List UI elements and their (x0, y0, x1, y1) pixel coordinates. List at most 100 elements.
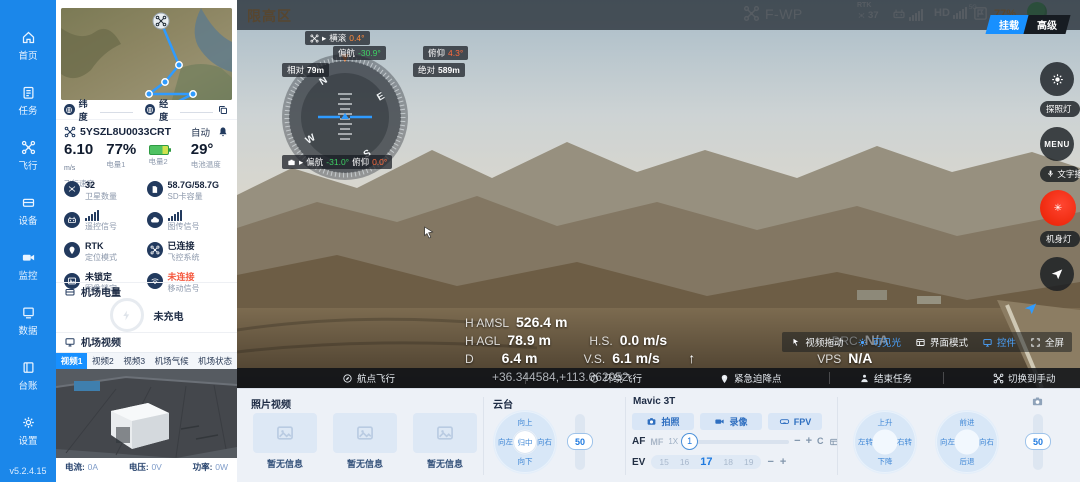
menu-button[interactable]: MENU (1040, 127, 1074, 161)
switch-to-manual-button[interactable]: 切换到手动 (993, 368, 1056, 388)
move-right-button[interactable]: 向右 (979, 437, 994, 448)
forward-button[interactable]: 前进 (960, 417, 975, 428)
flight-speed-value[interactable]: 50 (1025, 433, 1051, 450)
emergency-landing-button[interactable]: 紧急迫降点 (719, 368, 782, 388)
waypoint-icon (342, 373, 353, 384)
camera-model-title: Mavic 3T (633, 396, 675, 407)
record-mode-button[interactable]: 录像 (700, 413, 762, 430)
gimbal-down-button[interactable]: 向下 (518, 456, 533, 467)
record-flash-icon: ✳ (1054, 203, 1062, 214)
record-button[interactable]: ✳ (1040, 190, 1076, 226)
mic-icon (1046, 169, 1055, 178)
ev-minus-button[interactable]: − (767, 457, 773, 468)
sidebar-item-home[interactable]: 首页 (0, 26, 56, 66)
zoom-reset-button[interactable]: C (817, 436, 824, 447)
primary-sidebar: 首页 任务 飞行 设备 监控 数据 台账 设置 v5.2.4.15 (0, 0, 56, 482)
interface-mode-button[interactable]: 界面模式 (915, 335, 968, 349)
photo-mode-button[interactable]: 拍照 (632, 413, 694, 430)
text-broadcast-button[interactable]: 文字播报 (1040, 166, 1080, 182)
move-left-button[interactable]: 向左 (940, 437, 955, 448)
body-light-button[interactable]: 机身灯 (1040, 231, 1080, 247)
ev-option[interactable]: 16 (680, 457, 689, 467)
zoom-slider[interactable]: 1 (683, 440, 789, 444)
sidebar-item-settings[interactable]: 设置 (0, 411, 56, 451)
share-location-button[interactable] (1040, 257, 1074, 291)
bell-icon[interactable] (217, 126, 229, 138)
flight-speed-slider[interactable]: 50 (1033, 414, 1043, 470)
fullscreen-button[interactable]: 全屏 (1030, 335, 1064, 349)
orbit-flight-button[interactable]: 环绕飞行 (589, 368, 642, 388)
tab-video2[interactable]: 视频2 (87, 353, 118, 369)
sidebar-item-monitoring[interactable]: 监控 (0, 246, 56, 286)
sidebar-item-tasks[interactable]: 任务 (0, 81, 56, 121)
media-card[interactable] (253, 413, 317, 453)
flight-mode-label[interactable]: 自动 (191, 125, 210, 139)
status-sdcard: 58.7G/58.7GSD卡容量 (147, 180, 230, 202)
bulb-icon (857, 337, 868, 348)
tab-dock-weather[interactable]: 机场气候 (150, 353, 194, 369)
advanced-button[interactable]: 高级 (1023, 15, 1070, 34)
descend-button[interactable]: 下降 (878, 456, 893, 467)
ev-option[interactable]: 18 (724, 457, 733, 467)
tab-dock-status[interactable]: 机场状态 (193, 353, 237, 369)
end-mission-button[interactable]: 结束任务 (859, 368, 912, 388)
voltage-label: 电压: (129, 462, 149, 472)
camera-icon (287, 158, 296, 167)
tab-video3[interactable]: 视频3 (119, 353, 150, 369)
status-positioning: RTK定位模式 (64, 241, 147, 263)
speed-value: 6.10 (64, 141, 93, 158)
map-pin-icon[interactable] (1023, 301, 1038, 316)
zoom-minus-button[interactable]: − (794, 436, 800, 447)
dock-video-feed (56, 369, 237, 458)
ev-option[interactable]: 19 (744, 457, 753, 467)
media-card[interactable] (333, 413, 397, 453)
widgets-toggle[interactable]: 控件 (982, 335, 1016, 349)
sidebar-item-ledger[interactable]: 台账 (0, 356, 56, 396)
zoom-slider-handle[interactable]: 1 (681, 433, 698, 450)
visible-light-toggle[interactable]: 可见光 (857, 335, 901, 349)
backward-button[interactable]: 后退 (960, 456, 975, 467)
ev-plus-button[interactable]: + (780, 457, 786, 468)
monitor-icon (64, 336, 76, 348)
zoom-plus-button[interactable]: + (806, 436, 812, 447)
yaw-left-button[interactable]: 左转 (858, 437, 873, 448)
sidebar-item-flight[interactable]: 飞行 (0, 136, 56, 176)
searchlight-button[interactable] (1040, 62, 1074, 96)
waypoint-flight-button[interactable]: 航点飞行 (342, 368, 395, 388)
status-rc-signal: 遥控信号 (64, 211, 147, 232)
video-signal-bars (168, 211, 200, 221)
zoom-factor-label: 1X (668, 437, 678, 446)
drone-speed-icon (1031, 395, 1044, 408)
relative-altitude-value: 79m (307, 65, 324, 75)
gimbal-up-button[interactable]: 向上 (518, 417, 533, 428)
gimbal-left-button[interactable]: 向左 (498, 437, 513, 448)
ev-option[interactable]: 15 (659, 457, 668, 467)
tab-video1[interactable]: 视频1 (56, 353, 87, 369)
temperature-label: 电池温度 (191, 159, 229, 170)
yaw-right-button[interactable]: 右转 (897, 437, 912, 448)
media-empty-label: 暂无信息 (253, 457, 317, 470)
fpv-mode-button[interactable]: FPV (768, 413, 822, 430)
drone-icon (310, 34, 319, 43)
gimbal-speed-value[interactable]: 50 (567, 433, 593, 450)
latitude-icon (64, 104, 75, 115)
media-card[interactable] (413, 413, 477, 453)
copy-icon[interactable] (217, 104, 229, 116)
latitude-field[interactable] (100, 112, 133, 113)
gimbal-center-button[interactable]: 归中 (514, 431, 536, 453)
sidebar-item-data[interactable]: 数据 (0, 301, 56, 341)
ascend-button[interactable]: 上升 (878, 417, 893, 428)
sd-card-icon (147, 181, 163, 197)
searchlight-label[interactable]: 探照灯 (1040, 101, 1080, 117)
longitude-field[interactable] (180, 112, 213, 113)
mf-label[interactable]: MF (650, 437, 663, 447)
af-label[interactable]: AF (632, 436, 645, 447)
ev-option-selected[interactable]: 17 (700, 456, 712, 468)
current-value: 0A (88, 462, 98, 472)
video-drag-toggle[interactable]: 视频拖动 (790, 335, 843, 349)
sidebar-item-devices[interactable]: 设备 (0, 191, 56, 231)
gimbal-right-button[interactable]: 向右 (537, 437, 552, 448)
voltage-value: 0V (151, 462, 161, 472)
gimbal-speed-slider[interactable]: 50 (575, 414, 585, 470)
mission-map-thumbnail[interactable] (61, 8, 232, 100)
